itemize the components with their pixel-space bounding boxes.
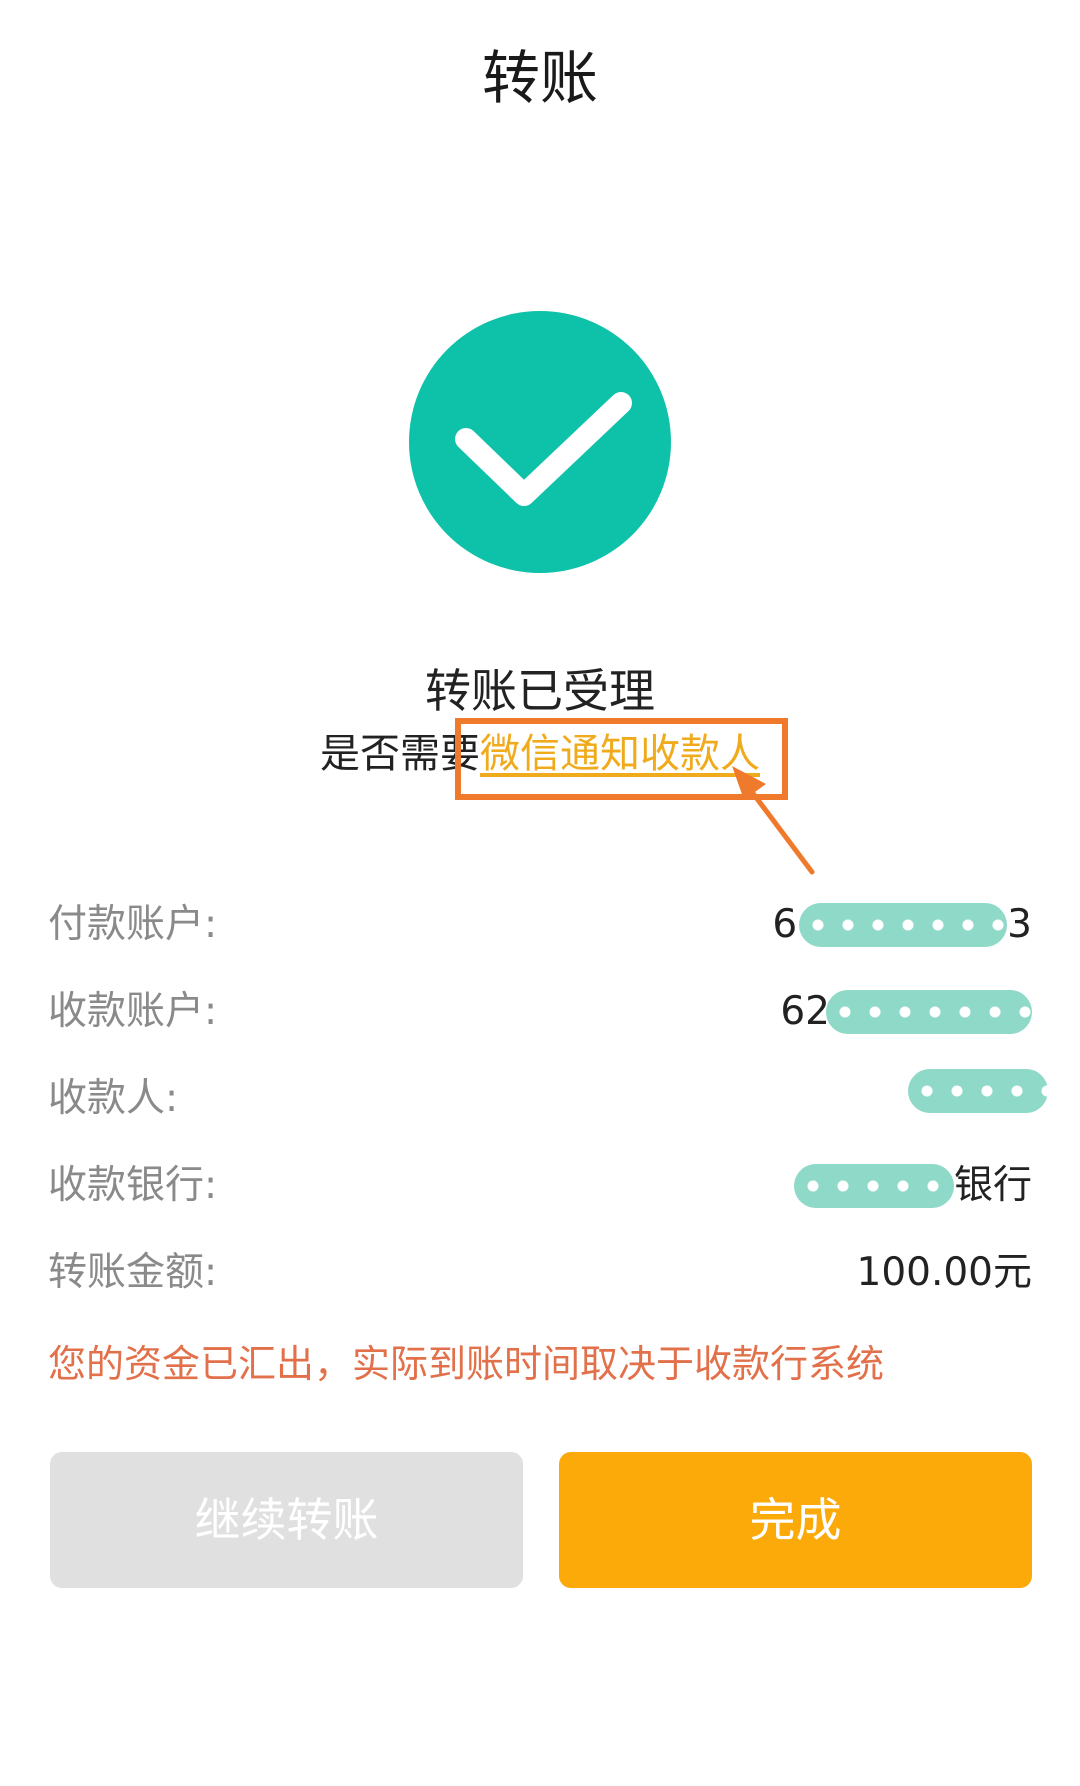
payee-bank-label: 收款银行: [48,1163,218,1208]
detail-row-payer-account: 付款账户: 6 3 [48,895,1032,955]
check-circle-icon [409,311,671,573]
payer-account-head: 6 [772,902,798,947]
payer-account-label: 付款账户: [48,902,218,947]
payer-account-tail: 3 [1007,902,1032,947]
payee-bank-value: 银行 [793,1156,1032,1216]
detail-row-payee-account: 收款账户: 62 [48,982,1032,1042]
done-button[interactable]: 完成 [559,1452,1032,1588]
status-title: 转账已受理 [425,664,655,718]
continue-transfer-button[interactable]: 继续转账 [50,1452,523,1588]
privacy-mask-icon [793,1164,954,1208]
annotation-arrow-icon [732,766,815,875]
page-title: 转账 [481,44,598,112]
payee-name-value [908,1069,1048,1113]
payee-account-label: 收款账户: [48,989,218,1034]
payee-account-head: 62 [780,989,830,1034]
privacy-mask-icon [908,1069,1048,1113]
privacy-mask-icon [826,990,1032,1034]
privacy-mask-icon [799,903,1008,947]
payee-name-label: 收款人: [48,1076,179,1121]
amount-label: 转账金额: [48,1250,218,1295]
payee-account-value: 62 [780,982,1032,1042]
payee-bank-tail: 银行 [953,1163,1032,1208]
remittance-notice: 您的资金已汇出，实际到账时间取决于收款行系统 [48,1342,885,1386]
detail-row-payee-name: 收款人: [48,1069,1048,1129]
detail-row-amount: 转账金额: 100.00元 [48,1243,1032,1303]
detail-row-payee-bank: 收款银行: 银行 [48,1156,1032,1216]
payer-account-value: 6 3 [772,895,1032,955]
amount-value: 100.00元 [856,1250,1032,1295]
